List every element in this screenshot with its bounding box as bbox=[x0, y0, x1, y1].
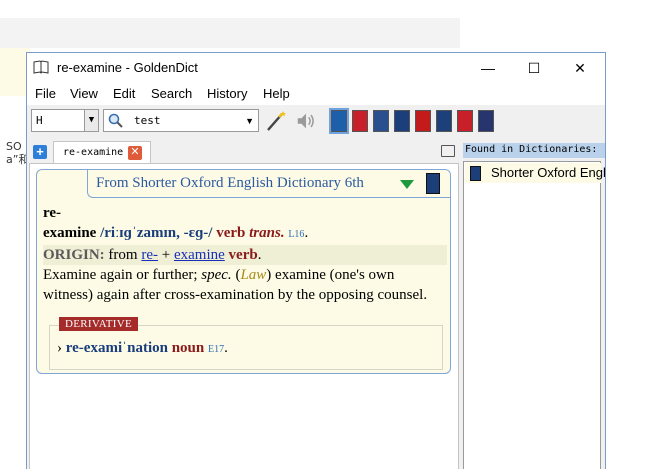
date-label: L16 bbox=[288, 229, 305, 240]
definition-spec: spec. bbox=[201, 267, 232, 283]
verb-type: trans. bbox=[249, 225, 285, 241]
menu-view[interactable]: View bbox=[70, 86, 98, 101]
dictionary-toggle-icon[interactable] bbox=[394, 110, 410, 132]
search-input[interactable]: test ▼ bbox=[103, 109, 259, 132]
close-tab-icon[interactable]: ✕ bbox=[128, 146, 142, 160]
dictionary-toggle-icon[interactable] bbox=[373, 110, 389, 132]
group-selector-value: H bbox=[36, 114, 43, 127]
derivative-line: › re-examiˈnation noun E17. bbox=[57, 340, 228, 356]
group-selector[interactable]: H ▼ bbox=[31, 109, 99, 132]
collapse-arrow-icon[interactable] bbox=[400, 180, 414, 189]
dictionary-toggle-icon[interactable] bbox=[415, 110, 431, 132]
derivative-bullet: › bbox=[57, 340, 62, 356]
maximize-button[interactable]: ☐ bbox=[511, 53, 557, 83]
dictionary-toggle-icon[interactable] bbox=[352, 110, 368, 132]
goldendict-window: re-examine - GoldenDict — ☐ ✕ File View … bbox=[26, 52, 606, 469]
menu-help[interactable]: Help bbox=[263, 86, 290, 101]
magic-wand-icon[interactable] bbox=[265, 109, 287, 133]
dictionary-toggle-icon[interactable] bbox=[457, 110, 473, 132]
origin-line: ORIGIN: from re- + examine verb. bbox=[43, 245, 447, 265]
dictionary-header[interactable]: From Shorter Oxford English Dictionary 6… bbox=[87, 170, 450, 198]
menu-bar: File View Edit Search History Help bbox=[27, 83, 605, 105]
derivative-word: re-examiˈnation bbox=[65, 340, 168, 356]
toolbar: H ▼ test ▼ bbox=[27, 105, 605, 137]
origin-pos: verb bbox=[228, 247, 258, 263]
pronunciation: /riːɪɡˈzamɪn, -ɛɡ-/ bbox=[100, 225, 213, 241]
origin-link-re[interactable]: re- bbox=[141, 247, 158, 263]
headword-prefix: re- bbox=[43, 205, 62, 221]
derivative-date: E17 bbox=[207, 344, 225, 355]
search-input-value: test bbox=[134, 114, 161, 127]
dictionary-list: Shorter Oxford English Dictionary 6th bbox=[463, 161, 605, 469]
origin-label: ORIGIN: bbox=[43, 247, 105, 263]
title-bar[interactable]: re-examine - GoldenDict — ☐ ✕ bbox=[27, 53, 605, 83]
headword: examine bbox=[43, 225, 97, 241]
menu-search[interactable]: Search bbox=[151, 86, 192, 101]
window-title: re-examine - GoldenDict bbox=[57, 60, 198, 75]
tabs-menu-icon[interactable] bbox=[441, 145, 455, 157]
menu-file[interactable]: File bbox=[35, 86, 56, 101]
found-in-dictionaries-pane: Found in Dictionaries: Shorter Oxford En… bbox=[463, 139, 605, 469]
close-button[interactable]: ✕ bbox=[557, 53, 603, 83]
add-tab-icon[interactable]: + bbox=[33, 145, 47, 159]
definition-law: Law bbox=[240, 267, 267, 283]
origin-plus: + bbox=[161, 247, 171, 263]
dictionary-toggle-icon[interactable] bbox=[478, 110, 494, 132]
dictionary-icon bbox=[470, 166, 481, 181]
derivative-pos: noun bbox=[171, 340, 205, 356]
close-icon: ✕ bbox=[574, 59, 586, 76]
list-item[interactable]: Shorter Oxford English Dictionary 6th bbox=[465, 163, 605, 183]
menu-history[interactable]: History bbox=[207, 86, 247, 101]
speaker-icon[interactable] bbox=[295, 109, 317, 133]
dictionary-toggle-icon[interactable] bbox=[329, 108, 349, 134]
minimize-icon: — bbox=[481, 60, 495, 76]
article-view: From Shorter Oxford English Dictionary 6… bbox=[29, 163, 459, 469]
minimize-button[interactable]: — bbox=[465, 53, 511, 83]
tab-label: re-examine bbox=[63, 147, 124, 158]
entry-body: re- examine /riːɪɡˈzamɪn, -ɛɡ-/ verb tra… bbox=[43, 203, 447, 305]
maximize-icon: ☐ bbox=[527, 59, 541, 76]
list-item-label: Shorter Oxford English Dictionary 6th bbox=[491, 165, 606, 180]
dictionary-icon bbox=[426, 173, 440, 194]
definition-text-a: Examine again or further; bbox=[43, 267, 198, 283]
dictionary-toggle-icon[interactable] bbox=[436, 110, 452, 132]
book-icon bbox=[33, 60, 49, 74]
desktop-background-strip bbox=[0, 18, 460, 48]
menu-edit[interactable]: Edit bbox=[113, 86, 135, 101]
origin-from: from bbox=[108, 247, 138, 263]
dictionary-source-label: From Shorter Oxford English Dictionary 6… bbox=[96, 175, 364, 191]
derivative-tag: DERIVATIVE bbox=[59, 317, 138, 331]
dictionary-article: From Shorter Oxford English Dictionary 6… bbox=[36, 169, 451, 374]
part-of-speech: verb bbox=[216, 225, 246, 241]
search-icon bbox=[108, 113, 123, 128]
definition: Examine again or further; spec. (Law) ex… bbox=[43, 265, 447, 305]
origin-link-examine[interactable]: examine bbox=[174, 247, 225, 263]
chevron-down-icon[interactable]: ▼ bbox=[84, 110, 98, 131]
dock-title[interactable]: Found in Dictionaries: bbox=[463, 143, 605, 158]
chevron-down-icon[interactable]: ▼ bbox=[245, 116, 254, 126]
tab-strip: + re-examine ✕ bbox=[27, 139, 459, 163]
tab-re-examine[interactable]: re-examine ✕ bbox=[53, 141, 151, 163]
